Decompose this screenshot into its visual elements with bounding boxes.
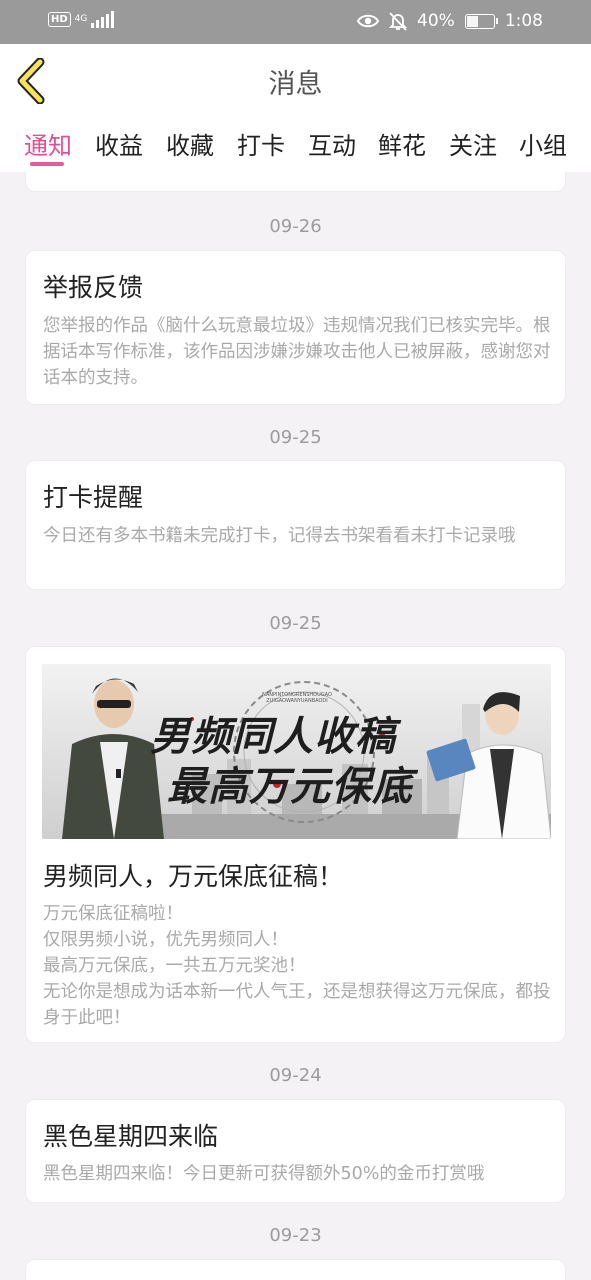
- card-body-line: 最高万元保底，一共五万元奖池！: [43, 956, 306, 976]
- date-separator: 09-24: [269, 1065, 322, 1086]
- notification-feed[interactable]: 09-26 举报反馈 您举报的作品《脑什么玩意最垃圾》违规情况我们已核实完毕。根…: [0, 172, 591, 1280]
- tab-following[interactable]: 关注: [449, 126, 497, 161]
- hd-badge: HD: [48, 11, 71, 27]
- notification-card-partial[interactable]: [25, 1259, 566, 1280]
- tab-notifications[interactable]: 通知: [24, 126, 72, 161]
- battery-percent: 40%: [417, 11, 455, 31]
- notification-card-partial[interactable]: [25, 172, 566, 192]
- clock: 1:08: [504, 11, 543, 31]
- bell-off-icon: [389, 11, 408, 31]
- card-body-line: 仅限男频小说，优先男频同人！: [43, 930, 288, 950]
- network-type: 4G: [74, 13, 88, 24]
- signal-icon: [91, 10, 115, 28]
- card-body: 今日还有多本书籍未完成打卡，记得去书架看看未打卡记录哦: [43, 526, 516, 546]
- tab-favorites[interactable]: 收藏: [166, 126, 214, 161]
- card-body-line: 无论你是想成为话本新一代人气王，还是想获得这万元保底，都投身于此吧！: [43, 982, 551, 1028]
- banner-headline-2: 最高万元保底: [167, 764, 413, 810]
- eye-icon: [357, 14, 380, 28]
- date-separator: 09-25: [269, 427, 322, 448]
- notification-card-checkin[interactable]: 打卡提醒 今日还有多本书籍未完成打卡，记得去书架看看未打卡记录哦: [25, 460, 566, 590]
- card-body: 万元保底征稿啦！ 仅限男频小说，优先男频同人！ 最高万元保底，一共五万元奖池！ …: [43, 901, 553, 1031]
- app-header: 消息: [0, 44, 591, 118]
- date-separator: 09-25: [269, 613, 322, 634]
- date-separator: 09-26: [269, 216, 322, 237]
- banner-small-text: NANPINTONGRENSHOUGAO ZUIGAOWANYUANBAODI: [262, 692, 332, 704]
- contest-banner-image[interactable]: NANPINTONGRENSHOUGAO ZUIGAOWANYUANBAODI …: [42, 664, 551, 839]
- page-title: 消息: [268, 69, 323, 100]
- notification-card-thursday[interactable]: 黑色星期四来临 黑色星期四来临！今日更新可获得额外50%的金币打赏哦: [25, 1099, 566, 1203]
- active-tab-indicator: [30, 162, 64, 166]
- status-bar: HD 4G 40% 1:08: [0, 0, 591, 44]
- tab-bar: 通知 收益 收藏 打卡 互动 鲜花 关注 小组: [0, 118, 591, 172]
- tab-interaction[interactable]: 互动: [308, 126, 356, 161]
- tab-groups[interactable]: 小组: [519, 126, 567, 161]
- card-title: 打卡提醒: [43, 483, 144, 512]
- tab-flowers[interactable]: 鲜花: [378, 126, 426, 161]
- card-title: 举报反馈: [43, 273, 144, 302]
- card-title: 黑色星期四来临: [43, 1122, 219, 1151]
- card-title: 男频同人，万元保底征稿！: [43, 862, 344, 891]
- battery-icon: [464, 13, 498, 29]
- card-body: 您举报的作品《脑什么玩意最垃圾》违规情况我们已核实完毕。根据话本写作标准，该作品…: [43, 316, 551, 388]
- date-separator: 09-23: [269, 1225, 322, 1246]
- notification-card-report[interactable]: 举报反馈 您举报的作品《脑什么玩意最垃圾》违规情况我们已核实完毕。根据话本写作标…: [25, 250, 566, 405]
- card-body: 黑色星期四来临！今日更新可获得额外50%的金币打赏哦: [43, 1164, 485, 1184]
- tab-checkin[interactable]: 打卡: [237, 126, 285, 161]
- notification-card-contest[interactable]: NANPINTONGRENSHOUGAO ZUIGAOWANYUANBAODI …: [25, 646, 566, 1043]
- card-body-line: 万元保底征稿啦！: [43, 904, 183, 924]
- tab-earnings[interactable]: 收益: [95, 126, 143, 161]
